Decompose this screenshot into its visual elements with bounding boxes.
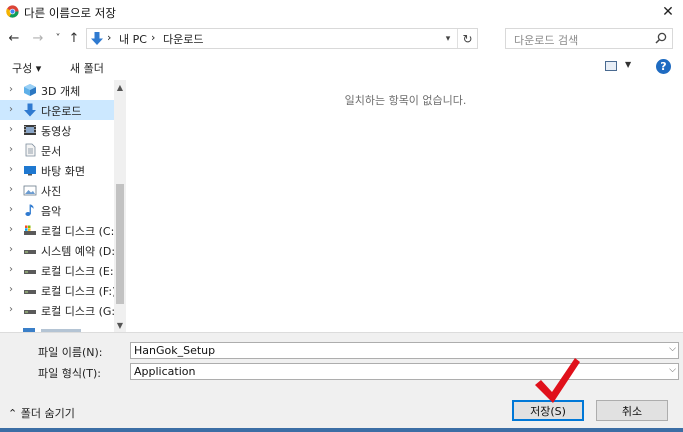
recent-locations-button[interactable]: ˅ xyxy=(50,30,66,46)
title-bar: 다른 이름으로 저장 ✕ xyxy=(0,0,683,24)
drive-icon xyxy=(24,250,36,254)
refresh-icon[interactable]: ↻ xyxy=(457,29,477,48)
system-drive-icon xyxy=(24,225,36,235)
chevron-right-icon[interactable]: › xyxy=(9,144,13,155)
sidebar-item-documents[interactable]: › 문서 xyxy=(0,140,114,160)
drive-icon xyxy=(24,290,36,294)
sidebar-item-label: 로컬 디스크 (F:) xyxy=(41,285,117,298)
drive-icon xyxy=(24,310,36,314)
chevron-right-icon[interactable]: › xyxy=(9,124,13,135)
chevron-right-icon[interactable]: › xyxy=(9,284,13,295)
hide-folders-button[interactable]: ⌃ 폴더 숨기기 xyxy=(8,405,75,421)
sidebar-scrollbar[interactable]: ▲ ▼ xyxy=(114,80,126,332)
sidebar-item-drive-e[interactable]: › 로컬 디스크 (E:) xyxy=(0,260,118,280)
sidebar-item-label: 로컬 디스크 (G:) xyxy=(41,305,120,318)
sidebar-item-3d-objects[interactable]: › 3D 개체 xyxy=(0,80,114,100)
chevron-right-icon[interactable]: › xyxy=(9,164,13,175)
filetype-select[interactable]: Application ⌵ xyxy=(130,363,679,380)
sidebar-item-label: 3D 개체 xyxy=(41,85,81,98)
sidebar-item-label: 사진 xyxy=(41,185,62,198)
sidebar-item-downloads[interactable]: › 다운로드 xyxy=(0,100,114,120)
sidebar-item-label: 다운로드 xyxy=(41,105,82,118)
address-separator: › xyxy=(107,31,112,44)
dialog-footer: ⌃ 폴더 숨기기 저장(S) 취소 xyxy=(0,384,683,432)
filetype-value: Application xyxy=(134,365,196,378)
sidebar-item-pictures[interactable]: › 사진 xyxy=(0,180,114,200)
file-list[interactable]: 일치하는 항목이 없습니다. xyxy=(128,80,683,332)
help-button[interactable]: ? xyxy=(656,59,671,74)
view-options-icon[interactable] xyxy=(605,61,617,71)
new-folder-button[interactable]: 새 폴더 xyxy=(70,60,104,76)
address-segment-downloads[interactable]: 다운로드 xyxy=(163,31,203,47)
chevron-right-icon[interactable]: › xyxy=(9,84,13,95)
filename-value: HanGok_Setup xyxy=(134,344,216,357)
chevron-right-icon[interactable]: › xyxy=(9,244,13,255)
desktop-icon xyxy=(24,166,36,176)
sidebar-item-music[interactable]: › 음악 xyxy=(0,200,114,220)
chevron-down-icon[interactable]: ▼ xyxy=(625,60,631,69)
search-icon[interactable] xyxy=(655,32,667,44)
download-icon xyxy=(24,103,36,117)
chevron-right-icon[interactable]: › xyxy=(9,304,13,315)
filetype-label: 파일 형식(T): xyxy=(38,367,101,380)
sidebar-item-drive-d[interactable]: › 시스템 예약 (D:) xyxy=(0,240,119,260)
pictures-icon xyxy=(23,185,37,196)
address-bar[interactable]: › 내 PC › 다운로드 ▾ ↻ xyxy=(86,28,478,49)
back-button[interactable]: ← xyxy=(6,30,22,46)
search-input[interactable]: 다운로드 검색 xyxy=(505,28,673,49)
scroll-up-icon[interactable]: ▲ xyxy=(114,80,126,94)
drive-icon xyxy=(24,270,36,274)
download-arrow-icon xyxy=(91,32,103,45)
chevron-right-icon[interactable]: › xyxy=(9,204,13,215)
organize-button[interactable]: 구성 ▾ xyxy=(12,60,41,76)
save-button[interactable]: 저장(S) xyxy=(512,400,584,421)
chevron-right-icon[interactable]: › xyxy=(9,184,13,195)
taskbar-edge xyxy=(0,428,683,432)
scroll-down-icon[interactable]: ▼ xyxy=(114,318,126,332)
window-title: 다른 이름으로 저장 xyxy=(24,6,116,20)
chrome-icon xyxy=(6,5,19,18)
chevron-right-icon[interactable]: › xyxy=(9,264,13,275)
sidebar-item-label: 로컬 디스크 (E:) xyxy=(41,265,118,278)
sidebar-item-label: 바탕 화면 xyxy=(41,165,85,178)
3d-objects-icon xyxy=(24,84,36,96)
sidebar-item-label: 음악 xyxy=(41,205,62,218)
sidebar-item-drive-f[interactable]: › 로컬 디스크 (F:) xyxy=(0,280,117,300)
sidebar-item-label: 시스템 예약 (D:) xyxy=(41,245,120,258)
navigation-bar: ← → ˅ ↑ › 내 PC › 다운로드 ▾ ↻ 다운로드 검색 xyxy=(0,26,683,52)
cancel-button[interactable]: 취소 xyxy=(596,400,668,421)
chevron-down-icon[interactable]: ⌵ xyxy=(669,344,676,354)
save-fields: 파일 이름(N): HanGok_Setup ⌵ 파일 형식(T): Appli… xyxy=(0,332,683,384)
forward-button[interactable]: → xyxy=(30,30,46,46)
chevron-right-icon[interactable]: › xyxy=(9,104,13,115)
address-segment-this-pc[interactable]: 내 PC xyxy=(119,31,147,47)
music-icon xyxy=(25,204,34,216)
filename-label: 파일 이름(N): xyxy=(38,346,103,359)
filename-input[interactable]: HanGok_Setup ⌵ xyxy=(130,342,679,359)
document-icon xyxy=(25,143,36,157)
search-placeholder: 다운로드 검색 xyxy=(514,34,579,47)
navigation-pane: › 3D 개체 › 다운로드 › 동영상 › 문서 › 바탕 화면 › 사진 ›… xyxy=(0,80,126,332)
chevron-right-icon[interactable]: › xyxy=(9,224,13,235)
sidebar-item-drive-c[interactable]: › 로컬 디스크 (C:) xyxy=(0,220,119,240)
sidebar-item-label: 동영상 xyxy=(41,125,72,138)
sidebar-item-label: 로컬 디스크 (C:) xyxy=(41,225,119,238)
address-separator: › xyxy=(151,31,156,44)
chevron-down-icon[interactable]: ▾ xyxy=(441,30,455,47)
video-icon xyxy=(24,125,36,135)
chevron-down-icon[interactable]: ⌵ xyxy=(669,365,676,375)
empty-message: 일치하는 항목이 없습니다. xyxy=(344,94,467,107)
up-button[interactable]: ↑ xyxy=(66,30,82,46)
sidebar-item-videos[interactable]: › 동영상 xyxy=(0,120,114,140)
close-button[interactable]: ✕ xyxy=(653,0,683,24)
sidebar-item-desktop[interactable]: › 바탕 화면 xyxy=(0,160,114,180)
sidebar-item-label: 문서 xyxy=(41,145,62,158)
scroll-thumb[interactable] xyxy=(116,184,124,304)
sidebar-item-drive-g[interactable]: › 로컬 디스크 (G:) xyxy=(0,300,119,320)
toolbar: 구성 ▾ 새 폴더 ▼ ? xyxy=(0,54,683,80)
